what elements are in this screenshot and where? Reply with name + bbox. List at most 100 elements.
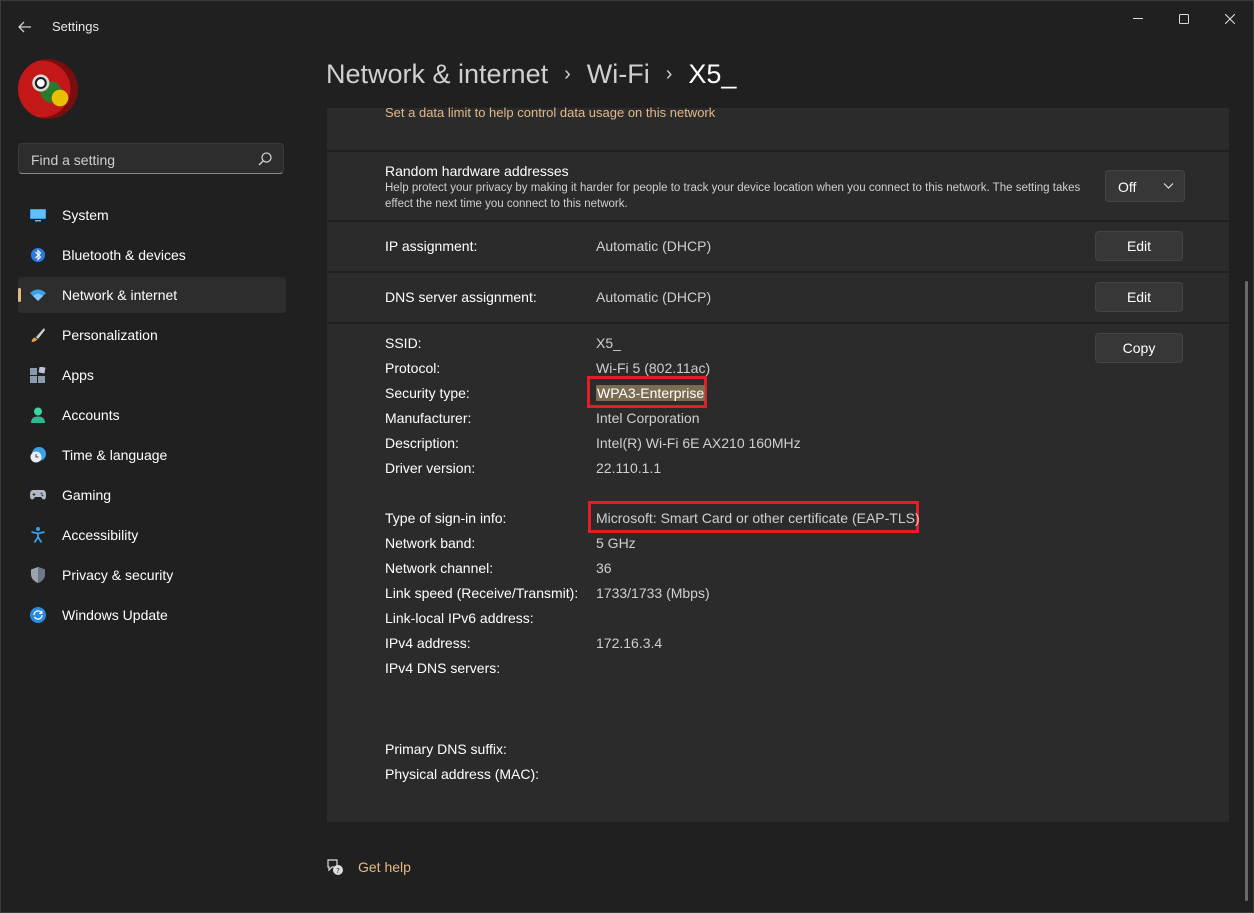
breadcrumb-wifi[interactable]: Wi-Fi bbox=[587, 59, 650, 90]
sidebar-item-label: Accounts bbox=[62, 407, 120, 423]
sidebar-item-gaming[interactable]: Gaming bbox=[18, 477, 286, 513]
apps-icon bbox=[30, 367, 46, 383]
sidebar-item-apps[interactable]: Apps bbox=[18, 357, 286, 393]
maximize-icon bbox=[1179, 14, 1189, 24]
sidebar-item-bluetooth[interactable]: Bluetooth & devices bbox=[18, 237, 286, 273]
ip-assignment-label: IP assignment: bbox=[385, 238, 478, 254]
random-hardware-desc: Help protect your privacy by making it h… bbox=[385, 182, 1081, 210]
network-channel-label: Network channel: bbox=[385, 560, 494, 576]
sidebar-item-personalization[interactable]: Personalization bbox=[18, 317, 286, 353]
link-speed-value: 1733/1733 (Mbps) bbox=[596, 585, 710, 601]
dns-assignment-card: DNS server assignment: Automatic (DHCP) … bbox=[327, 273, 1229, 322]
protocol-value: Wi-Fi 5 (802.11ac) bbox=[596, 360, 711, 376]
svg-text:?: ? bbox=[336, 867, 340, 875]
minimize-button[interactable] bbox=[1115, 7, 1161, 31]
sidebar-item-privacy[interactable]: Privacy & security bbox=[18, 557, 286, 593]
gamepad-icon bbox=[30, 487, 46, 503]
link-speed-label: Link speed (Receive/Transmit): bbox=[385, 585, 579, 601]
sidebar-item-label: System bbox=[62, 207, 109, 223]
dns-edit-button[interactable]: Edit bbox=[1095, 282, 1183, 312]
settings-window: Settings System Bluetooth & devices Netw… bbox=[0, 0, 1254, 913]
update-icon bbox=[30, 607, 46, 623]
description-label: Description: bbox=[385, 435, 459, 451]
brush-icon bbox=[30, 327, 46, 343]
copy-button[interactable]: Copy bbox=[1095, 333, 1183, 363]
ipv6-label: Link-local IPv6 address: bbox=[385, 610, 534, 626]
network-band-label: Network band: bbox=[385, 535, 476, 551]
ipv4-dns-label: IPv4 DNS servers: bbox=[385, 660, 501, 676]
bluetooth-icon bbox=[30, 247, 46, 263]
dropdown-value: Off bbox=[1118, 179, 1137, 195]
chevron-down-icon bbox=[1163, 183, 1174, 189]
driver-version-label: Driver version: bbox=[385, 460, 476, 476]
dns-assignment-value: Automatic (DHCP) bbox=[596, 289, 712, 305]
sidebar-item-label: Accessibility bbox=[62, 527, 139, 543]
sidebar-item-label: Privacy & security bbox=[62, 567, 174, 583]
sidebar-item-accounts[interactable]: Accounts bbox=[18, 397, 286, 433]
sidebar-item-system[interactable]: System bbox=[18, 197, 286, 233]
description-value: Intel(R) Wi-Fi 6E AX210 160MHz bbox=[596, 435, 801, 451]
maximize-button[interactable] bbox=[1161, 7, 1207, 31]
sidebar-item-label: Time & language bbox=[62, 447, 168, 463]
random-hardware-dropdown[interactable]: Off bbox=[1105, 170, 1185, 202]
sidebar-item-label: Personalization bbox=[62, 327, 158, 343]
ip-assignment-value: Automatic (DHCP) bbox=[596, 238, 712, 254]
back-button[interactable] bbox=[11, 13, 39, 41]
chevron-right-icon: › bbox=[665, 63, 673, 85]
properties-card: Copy SSID: X5_ Protocol: Wi-Fi 5 (802.11… bbox=[327, 324, 1229, 822]
search-icon[interactable] bbox=[257, 151, 273, 167]
ssid-label: SSID: bbox=[385, 335, 422, 351]
mac-address-label: Physical address (MAC): bbox=[385, 766, 540, 782]
sidebar-item-label: Network & internet bbox=[62, 287, 178, 303]
user-avatar[interactable] bbox=[18, 59, 78, 119]
sidebar-item-time-language[interactable]: Time & language bbox=[18, 437, 286, 473]
sidebar-item-label: Windows Update bbox=[62, 607, 168, 623]
sidebar-item-accessibility[interactable]: Accessibility bbox=[18, 517, 286, 553]
manufacturer-value: Intel Corporation bbox=[596, 410, 700, 426]
get-help-label: Get help bbox=[358, 859, 411, 875]
scrollbar[interactable] bbox=[1245, 281, 1248, 901]
person-icon bbox=[30, 407, 46, 423]
manufacturer-label: Manufacturer: bbox=[385, 410, 472, 426]
monitor-icon bbox=[30, 207, 46, 223]
get-help-link[interactable]: ? Get help bbox=[326, 856, 411, 878]
signin-type-label: Type of sign-in info: bbox=[385, 510, 507, 526]
chevron-right-icon: › bbox=[564, 63, 571, 85]
app-title: Settings bbox=[52, 19, 99, 34]
dns-assignment-label: DNS server assignment: bbox=[385, 289, 537, 305]
sidebar-item-network[interactable]: Network & internet bbox=[18, 277, 286, 313]
dns-suffix-label: Primary DNS suffix: bbox=[385, 741, 507, 757]
selected-text: WPA3-Enterprise bbox=[596, 385, 706, 401]
ip-assignment-card: IP assignment: Automatic (DHCP) Edit bbox=[327, 222, 1229, 271]
ipv4-value: 172.16.3.4 bbox=[596, 635, 663, 651]
ssid-value: X5_ bbox=[596, 335, 621, 351]
wifi-icon bbox=[30, 287, 46, 303]
sidebar-item-label: Bluetooth & devices bbox=[62, 247, 186, 263]
ip-edit-button[interactable]: Edit bbox=[1095, 231, 1183, 261]
security-type-label: Security type: bbox=[385, 385, 470, 401]
data-limit-card: Set a data limit to help control data us… bbox=[327, 105, 1229, 150]
page-title: X5_ bbox=[688, 59, 737, 89]
back-arrow-icon bbox=[18, 21, 31, 33]
breadcrumb-network[interactable]: Network & internet bbox=[326, 59, 548, 90]
ipv4-label: IPv4 address: bbox=[385, 635, 471, 651]
close-button[interactable] bbox=[1207, 7, 1253, 31]
search-box[interactable] bbox=[18, 143, 284, 174]
minimize-icon bbox=[1133, 18, 1143, 19]
close-icon bbox=[1225, 14, 1235, 24]
sidebar-item-windows-update[interactable]: Windows Update bbox=[18, 597, 286, 633]
sidebar-nav: System Bluetooth & devices Network & int… bbox=[18, 197, 286, 637]
sidebar-item-label: Gaming bbox=[62, 487, 112, 503]
title-bar: Settings bbox=[1, 1, 1253, 49]
clock-globe-icon bbox=[30, 447, 46, 463]
security-type-value: WPA3-Enterprise bbox=[596, 385, 706, 401]
help-chat-icon: ? bbox=[327, 859, 343, 875]
random-hardware-title: Random hardware addresses bbox=[385, 163, 569, 179]
breadcrumb: Network & internet › Wi-Fi › X5_ bbox=[326, 59, 736, 90]
random-hardware-card: Random hardware addresses Help protect y… bbox=[327, 152, 1229, 220]
network-band-value: 5 GHz bbox=[596, 535, 636, 551]
network-channel-value: 36 bbox=[596, 560, 612, 576]
data-limit-link[interactable]: Set a data limit to help control data us… bbox=[385, 105, 715, 120]
search-input[interactable] bbox=[29, 150, 253, 170]
sidebar-item-label: Apps bbox=[62, 367, 94, 383]
